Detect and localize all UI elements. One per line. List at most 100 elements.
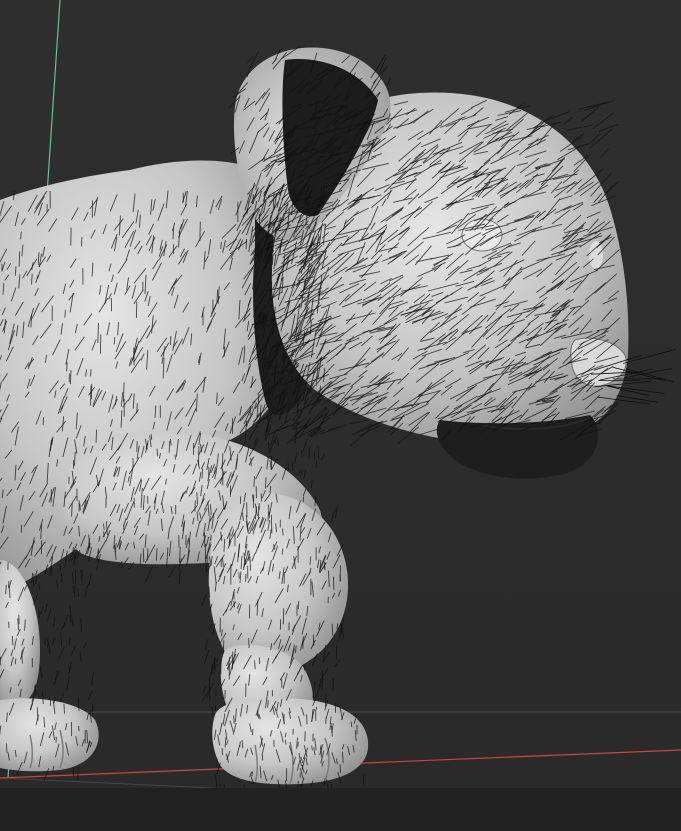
fur-strand xyxy=(271,257,274,265)
fur-strand xyxy=(44,603,48,612)
fur-strand xyxy=(59,564,62,571)
fur-strand xyxy=(305,406,327,429)
fur-strand xyxy=(178,569,181,585)
fur-strand xyxy=(320,424,347,435)
fur-strand xyxy=(291,462,294,471)
fur-strand xyxy=(249,556,251,571)
whisker xyxy=(616,395,658,403)
fur-strand xyxy=(298,469,301,475)
fur-strand xyxy=(59,692,65,702)
fur-strand xyxy=(302,496,305,503)
fur-strand xyxy=(267,442,270,451)
fur-strand xyxy=(350,419,368,425)
fur-strand xyxy=(276,436,280,446)
fur-strand xyxy=(194,500,196,512)
fur-strand xyxy=(77,587,79,598)
fur-strand xyxy=(248,425,259,441)
fur-strand xyxy=(38,610,40,619)
fur-strand xyxy=(32,594,39,605)
fur-strand xyxy=(222,640,225,654)
fur-strand xyxy=(90,385,92,406)
viewport-scene xyxy=(0,0,681,811)
fur-strand xyxy=(60,572,63,583)
fur-strand xyxy=(67,667,72,675)
fur-strand xyxy=(589,128,613,149)
fur-strand xyxy=(97,548,99,559)
fur-strand xyxy=(71,502,73,517)
fur-strand xyxy=(51,637,56,646)
fur-strand xyxy=(69,614,72,623)
fur-strand xyxy=(319,668,329,681)
fur-strand xyxy=(303,664,306,671)
fur-strand xyxy=(303,470,307,480)
fur-strand xyxy=(40,606,44,615)
fur-strand xyxy=(294,452,298,464)
fur-strand xyxy=(210,535,212,541)
fur-strand xyxy=(48,644,51,655)
fur-strand xyxy=(563,116,573,125)
fur-strand xyxy=(592,112,614,130)
fur-strand xyxy=(216,289,219,303)
fur-strand xyxy=(297,741,299,747)
fur-strand xyxy=(77,767,80,781)
fur-strand xyxy=(72,586,75,595)
fur-strand xyxy=(95,429,98,443)
fur-strand xyxy=(83,642,87,649)
fur-strand xyxy=(168,566,176,578)
fur-strand xyxy=(203,649,210,665)
fur-strand xyxy=(298,397,309,420)
fur-strand xyxy=(313,451,316,460)
fur-strand xyxy=(334,658,341,668)
fur-strand xyxy=(56,580,59,588)
fur-strand xyxy=(579,101,609,110)
fur-strand xyxy=(301,438,309,453)
fur-strand xyxy=(566,124,593,131)
fur-strand xyxy=(270,434,275,447)
fur-strand xyxy=(84,589,87,599)
fur-strand xyxy=(334,504,339,519)
fur-strand xyxy=(92,704,94,712)
fur-strand xyxy=(70,646,76,656)
fur-strand xyxy=(70,615,74,627)
fur-strand xyxy=(201,468,203,479)
fur-strand xyxy=(172,227,174,240)
fur-strand xyxy=(281,548,284,555)
fur-strand xyxy=(330,508,337,522)
fur-strand xyxy=(155,548,158,561)
fur-strand xyxy=(599,148,609,158)
fur-strand xyxy=(58,646,65,660)
whisker xyxy=(625,368,674,383)
lion-jaw-shadow xyxy=(436,415,599,479)
whisker xyxy=(622,348,677,364)
fur-strand xyxy=(312,681,316,698)
fur-strand xyxy=(11,635,14,646)
fur-strand xyxy=(339,764,341,774)
fur-strand xyxy=(267,511,269,522)
fur-strand xyxy=(379,57,387,73)
fur-strand xyxy=(245,239,248,250)
fur-strand xyxy=(321,452,325,461)
fur-strand xyxy=(144,566,154,584)
3d-viewport[interactable] xyxy=(0,0,681,831)
fur-strand xyxy=(350,428,371,447)
fur-strand xyxy=(211,706,214,715)
fur-strand xyxy=(215,774,218,789)
fur-strand xyxy=(204,639,209,651)
viewport-bottom-bar xyxy=(0,788,681,831)
fur-strand xyxy=(47,636,49,643)
fur-strand xyxy=(52,617,56,627)
fur-strand xyxy=(202,686,207,694)
fur-strand xyxy=(247,56,254,63)
fur-strand xyxy=(239,741,241,747)
fur-strand xyxy=(66,675,70,690)
fur-strand xyxy=(87,690,93,701)
fur-strand xyxy=(302,412,328,431)
fur-strand xyxy=(312,634,315,647)
fur-strand xyxy=(310,479,313,489)
fur-strand xyxy=(142,548,145,563)
fur-strand xyxy=(201,594,207,607)
fur-strand xyxy=(39,665,43,679)
fur-strand xyxy=(76,550,81,560)
fur-strand xyxy=(269,485,272,494)
fur-strand xyxy=(78,725,80,732)
